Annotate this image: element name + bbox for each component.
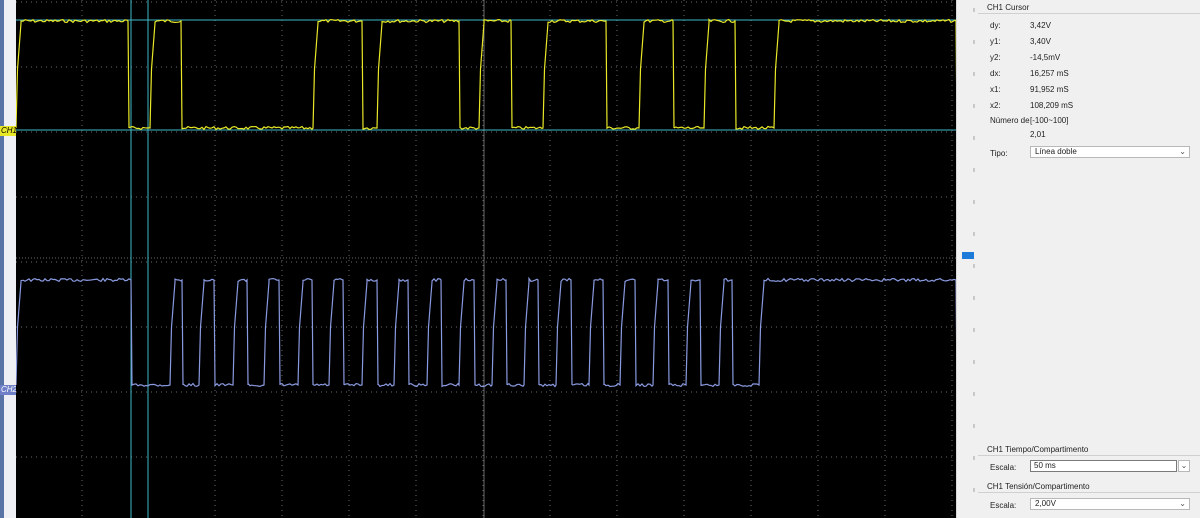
y2-value: -14,5mV — [1030, 53, 1061, 62]
chevron-down-icon[interactable]: ⌄ — [1178, 460, 1190, 472]
divider — [978, 492, 1200, 493]
dy-label: dy: — [990, 21, 1001, 30]
scroll-tick — [973, 232, 975, 236]
ch1-waveform — [16, 18, 956, 131]
scroll-tick — [973, 392, 975, 396]
y1-value: 3,40V — [1030, 37, 1051, 46]
scroll-tick — [973, 328, 975, 332]
ch1-level-marker[interactable]: CH1 — [0, 126, 17, 136]
tipo-select[interactable]: Línea doble ⌄ — [1030, 146, 1190, 158]
scroll-tick — [973, 40, 975, 44]
x1-value: 91,952 mS — [1030, 85, 1069, 94]
channel-marker-bar: CH1 CH2 — [0, 0, 17, 518]
y2-label: y2: — [990, 53, 1001, 62]
numero-value[interactable]: 2,01 — [1030, 130, 1046, 139]
scroll-tick — [973, 168, 975, 172]
channel-strip — [0, 0, 4, 518]
volt-scale-select[interactable]: 2,00V ⌄ — [1030, 498, 1190, 510]
scroll-tick — [973, 72, 975, 76]
time-escala-label: Escala: — [990, 463, 1017, 472]
scroll-tick — [973, 104, 975, 108]
settings-panel: CH1 Cursor dy: 3,42V y1: 3,40V y2: -14,5… — [978, 0, 1200, 518]
scroll-tick — [973, 264, 975, 268]
chevron-down-icon: ⌄ — [1179, 499, 1186, 508]
volt-escala-label: Escala: — [990, 501, 1017, 510]
scroll-tick — [973, 424, 975, 428]
voltage-group-title: CH1 Tensión/Compartimento — [987, 482, 1090, 491]
dx-value: 16,257 mS — [1030, 69, 1069, 78]
ch2-level-marker[interactable]: CH2 — [0, 385, 17, 395]
scroll-tick — [973, 136, 975, 140]
scroll-tick — [973, 456, 975, 460]
tipo-label: Tipo: — [990, 149, 1008, 158]
oscilloscope-display[interactable] — [16, 0, 956, 518]
scroll-tick — [973, 488, 975, 492]
scrollbar-thumb[interactable] — [962, 252, 974, 259]
x1-label: x1: — [990, 85, 1001, 94]
x2-value: 108,209 mS — [1030, 101, 1074, 110]
chevron-down-icon: ⌄ — [1179, 147, 1186, 156]
ch2-waveform — [16, 276, 956, 388]
dx-label: dx: — [990, 69, 1001, 78]
divider — [978, 455, 1200, 456]
volt-scale-value: 2,00V — [1035, 499, 1056, 508]
tipo-select-value: Línea doble — [1035, 147, 1077, 156]
scroll-tick — [973, 360, 975, 364]
divider — [978, 13, 1200, 14]
vertical-scrollbar[interactable] — [956, 0, 979, 518]
scroll-tick — [973, 8, 975, 12]
time-scale-input[interactable]: 50 ms — [1030, 460, 1177, 472]
waveform-canvas — [16, 0, 956, 518]
numero-label: Número de — [990, 116, 1030, 125]
scroll-tick — [973, 200, 975, 204]
cursor-group-title: CH1 Cursor — [987, 3, 1030, 12]
numero-range: [-100~100] — [1030, 116, 1069, 125]
time-group-title: CH1 Tiempo/Compartimento — [987, 445, 1089, 454]
scroll-tick — [973, 296, 975, 300]
y1-label: y1: — [990, 37, 1001, 46]
dy-value: 3,42V — [1030, 21, 1051, 30]
x2-label: x2: — [990, 101, 1001, 110]
